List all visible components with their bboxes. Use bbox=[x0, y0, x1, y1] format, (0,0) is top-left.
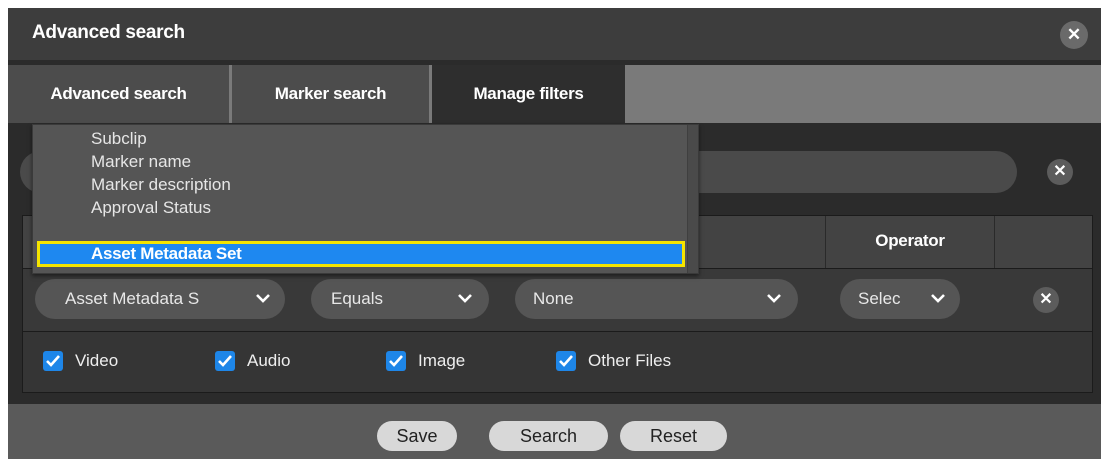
checkmark-icon bbox=[215, 351, 235, 371]
operator-select-value: Selec bbox=[858, 289, 901, 308]
chevron-down-icon bbox=[767, 294, 781, 303]
checkmark-icon bbox=[386, 351, 406, 371]
reset-button[interactable]: Reset bbox=[620, 421, 727, 451]
dropdown-option-approval-status[interactable]: Approval Status bbox=[91, 197, 211, 219]
operator-column-header: Operator bbox=[875, 231, 945, 250]
remove-filter-button[interactable]: ✕ bbox=[1033, 287, 1059, 313]
dropdown-option-marker-name[interactable]: Marker name bbox=[91, 151, 191, 173]
filter-row: Asset Metadata S Equals None Selec ✕ bbox=[23, 269, 1092, 332]
dropdown-selected-label: Asset Metadata Set bbox=[91, 244, 242, 263]
value-select[interactable]: None bbox=[515, 279, 798, 319]
checkmark-icon bbox=[556, 351, 576, 371]
dropdown-scrollbar[interactable] bbox=[687, 125, 698, 273]
dropdown-option-subclip[interactable]: Subclip bbox=[91, 128, 147, 150]
checkbox-label: Video bbox=[75, 351, 119, 370]
field-dropdown-list: Subclip Marker name Marker description A… bbox=[32, 124, 699, 274]
dropdown-option-marker-description[interactable]: Marker description bbox=[91, 174, 231, 196]
chevron-down-icon bbox=[458, 294, 472, 303]
dialog-footer: Save Search Reset bbox=[8, 404, 1101, 459]
operator-select[interactable]: Selec bbox=[840, 279, 960, 319]
checkbox-label: Audio bbox=[247, 351, 291, 370]
tab-advanced-search[interactable]: Advanced search bbox=[8, 65, 229, 123]
close-icon: ✕ bbox=[1039, 291, 1053, 308]
tab-marker-search[interactable]: Marker search bbox=[232, 65, 429, 123]
checkbox-label: Other Files bbox=[588, 351, 672, 370]
clear-search-button[interactable]: ✕ bbox=[1047, 159, 1073, 185]
dialog-titlebar: Advanced search ✕ bbox=[8, 8, 1101, 60]
close-icon: ✕ bbox=[1053, 163, 1067, 180]
tab-manage-filters[interactable]: Manage filters bbox=[432, 65, 625, 123]
tab-bar: Advanced search Marker search Manage fil… bbox=[8, 65, 1101, 123]
value-select-value: None bbox=[533, 289, 574, 308]
field-select[interactable]: Asset Metadata S bbox=[35, 279, 285, 319]
condition-select-value: Equals bbox=[331, 289, 383, 308]
chevron-down-icon bbox=[931, 294, 945, 303]
close-icon: ✕ bbox=[1066, 25, 1082, 44]
close-dialog-button[interactable]: ✕ bbox=[1060, 21, 1088, 49]
checkmark-icon bbox=[43, 351, 63, 371]
checkbox-label: Image bbox=[418, 351, 466, 370]
chevron-down-icon bbox=[256, 294, 270, 303]
search-button[interactable]: Search bbox=[489, 421, 608, 451]
field-select-value: Asset Metadata S bbox=[65, 289, 200, 308]
save-button[interactable]: Save bbox=[377, 421, 457, 451]
file-type-checkboxes: Video Audio Image Other Files bbox=[23, 332, 1092, 392]
dropdown-option-asset-metadata-set[interactable]: Asset Metadata Set bbox=[37, 241, 685, 267]
condition-select[interactable]: Equals bbox=[311, 279, 489, 319]
advanced-search-dialog: Advanced search ✕ Advanced search Marker… bbox=[8, 8, 1101, 459]
dialog-title: Advanced search bbox=[32, 22, 185, 43]
